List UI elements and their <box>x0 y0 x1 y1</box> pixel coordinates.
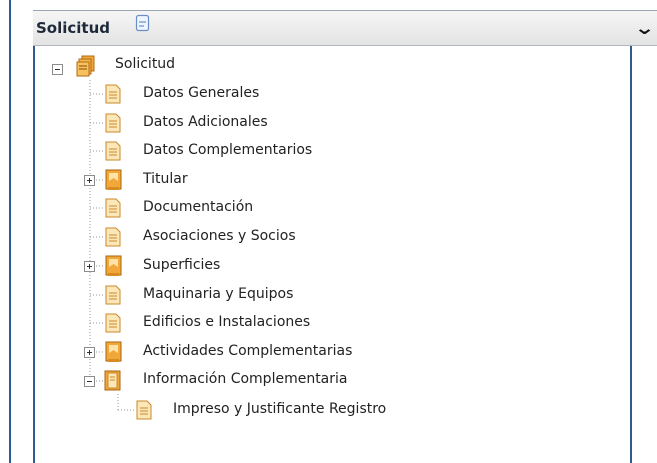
tree-root-label[interactable]: Solicitud <box>115 56 175 72</box>
document-icon <box>105 84 121 108</box>
tree-item-actividades-complementarias[interactable]: Actividades Complementarias <box>143 343 352 359</box>
folder-icon <box>105 255 123 281</box>
tree-connector-lines <box>89 80 134 411</box>
tree-item-documentacion[interactable]: Documentación <box>143 199 253 215</box>
document-icon <box>136 400 152 424</box>
folder-icon <box>105 169 123 195</box>
tree-item-superficies[interactable]: Superficies <box>143 257 220 273</box>
expand-toggle-titular[interactable] <box>84 175 95 186</box>
page: Solicitud ⌄ Solicitud Datos Generales Da… <box>0 0 657 463</box>
folder-icon <box>105 341 123 367</box>
folder-open-icon <box>104 370 122 396</box>
tree-item-maquinaria-y-equipos[interactable]: Maquinaria y Equipos <box>143 286 293 302</box>
expand-toggle-superficies[interactable] <box>84 261 95 272</box>
tree-item-datos-complementarios[interactable]: Datos Complementarios <box>143 142 312 158</box>
tree-item-titular[interactable]: Titular <box>143 171 188 187</box>
root-collapse-toggle[interactable] <box>52 64 63 75</box>
tree-item-datos-adicionales[interactable]: Datos Adicionales <box>143 114 268 130</box>
tree-subitem-impreso-y-justificante[interactable]: Impreso y Justificante Registro <box>173 401 386 417</box>
document-icon <box>105 198 121 222</box>
document-icon <box>105 285 121 309</box>
document-icon <box>105 313 121 337</box>
document-icon <box>105 141 121 165</box>
document-icon <box>105 227 121 251</box>
tree-item-datos-generales[interactable]: Datos Generales <box>143 85 259 101</box>
document-icon <box>105 113 121 137</box>
tree-item-edificios-e-instalaciones[interactable]: Edificios e Instalaciones <box>143 314 310 330</box>
folder-stack-icon <box>76 55 96 81</box>
collapse-toggle-informacion[interactable] <box>84 376 95 387</box>
tree-item-asociaciones-y-socios[interactable]: Asociaciones y Socios <box>143 228 296 244</box>
tree-item-informacion-complementaria[interactable]: Información Complementaria <box>143 371 347 387</box>
expand-toggle-actividades[interactable] <box>84 347 95 358</box>
